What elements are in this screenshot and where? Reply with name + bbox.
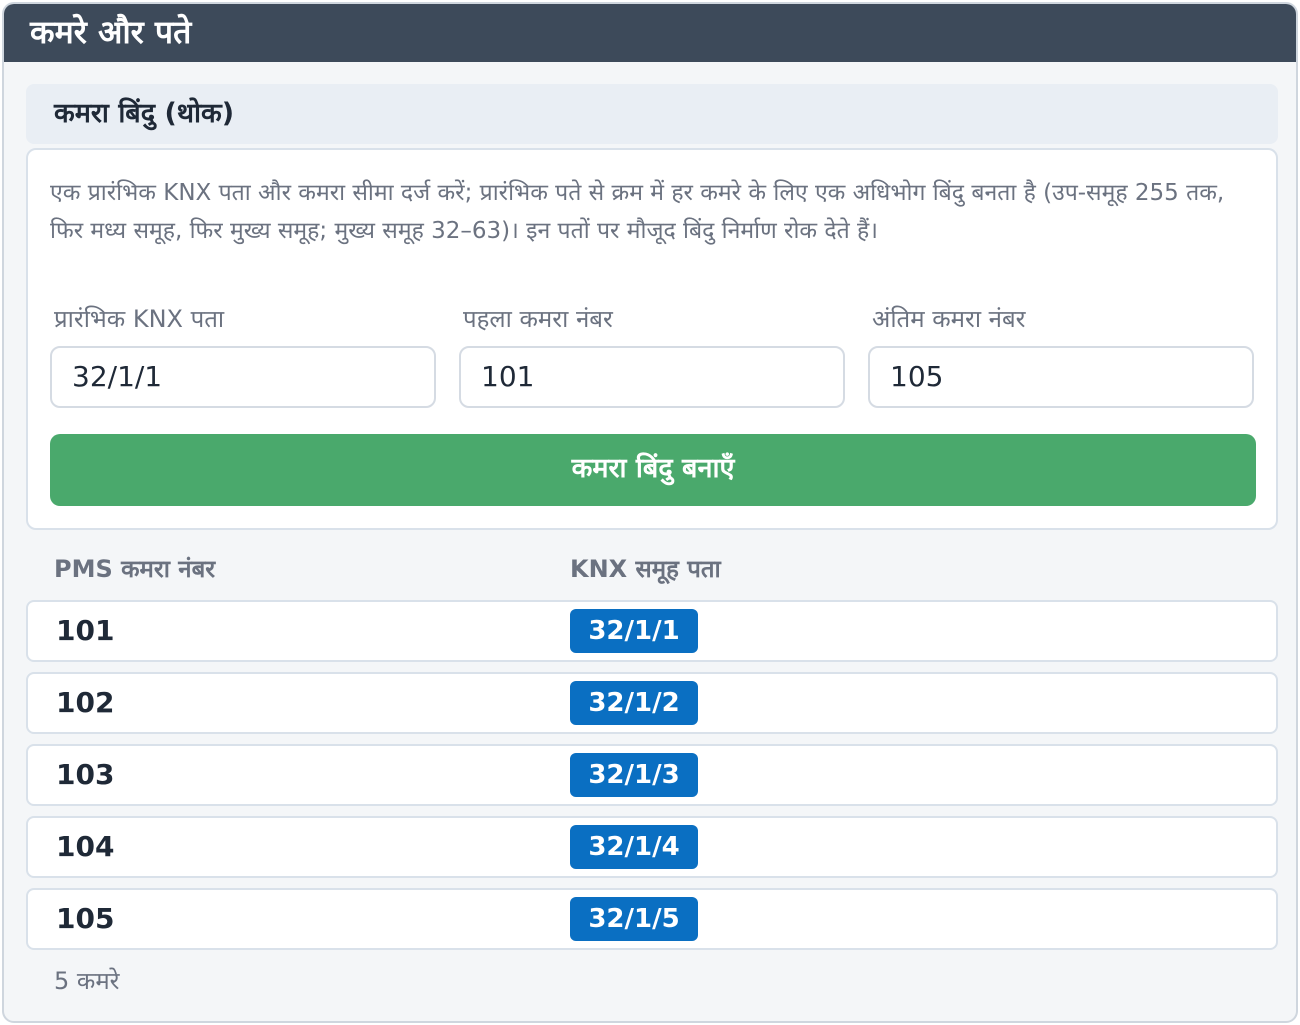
table-row: 101 32/1/1 <box>26 600 1278 662</box>
room-number: 101 <box>56 614 115 647</box>
section-title: कमरा बिंदु (थोक) <box>26 84 1278 144</box>
last-room-label: अंतिम कमरा नंबर <box>872 305 1026 333</box>
first-room-input[interactable]: 101 <box>459 346 845 408</box>
column-header-address: KNX समूह पता <box>570 555 721 583</box>
room-count: 5 कमरे <box>54 967 120 995</box>
knx-address-badge: 32/1/1 <box>570 609 698 653</box>
knx-address-badge: 32/1/4 <box>570 825 698 869</box>
room-number: 102 <box>56 686 115 719</box>
room-points-form: एक प्रारंभिक KNX पता और कमरा सीमा दर्ज क… <box>26 148 1278 530</box>
table-row: 104 32/1/4 <box>26 816 1278 878</box>
rooms-addresses-window: कमरे और पते कमरा बिंदु (थोक) एक प्रारंभि… <box>2 2 1298 1023</box>
room-number: 105 <box>56 902 115 935</box>
knx-address-badge: 32/1/2 <box>570 681 698 725</box>
column-header-room: PMS कमरा नंबर <box>54 555 216 583</box>
room-number: 103 <box>56 758 115 791</box>
start-address-input[interactable]: 32/1/1 <box>50 346 436 408</box>
first-room-label: पहला कमरा नंबर <box>463 305 613 333</box>
start-address-label: प्रारंभिक KNX पता <box>54 305 225 333</box>
table-row: 105 32/1/5 <box>26 888 1278 950</box>
form-description: एक प्रारंभिक KNX पता और कमरा सीमा दर्ज क… <box>50 180 1225 244</box>
knx-address-badge: 32/1/3 <box>570 753 698 797</box>
create-room-points-button[interactable]: कमरा बिंदु बनाएँ <box>50 434 1256 506</box>
knx-address-badge: 32/1/5 <box>570 897 698 941</box>
room-number: 104 <box>56 830 115 863</box>
last-room-input[interactable]: 105 <box>868 346 1254 408</box>
table-row: 103 32/1/3 <box>26 744 1278 806</box>
window-title: कमरे और पते <box>4 4 1296 62</box>
table-row: 102 32/1/2 <box>26 672 1278 734</box>
